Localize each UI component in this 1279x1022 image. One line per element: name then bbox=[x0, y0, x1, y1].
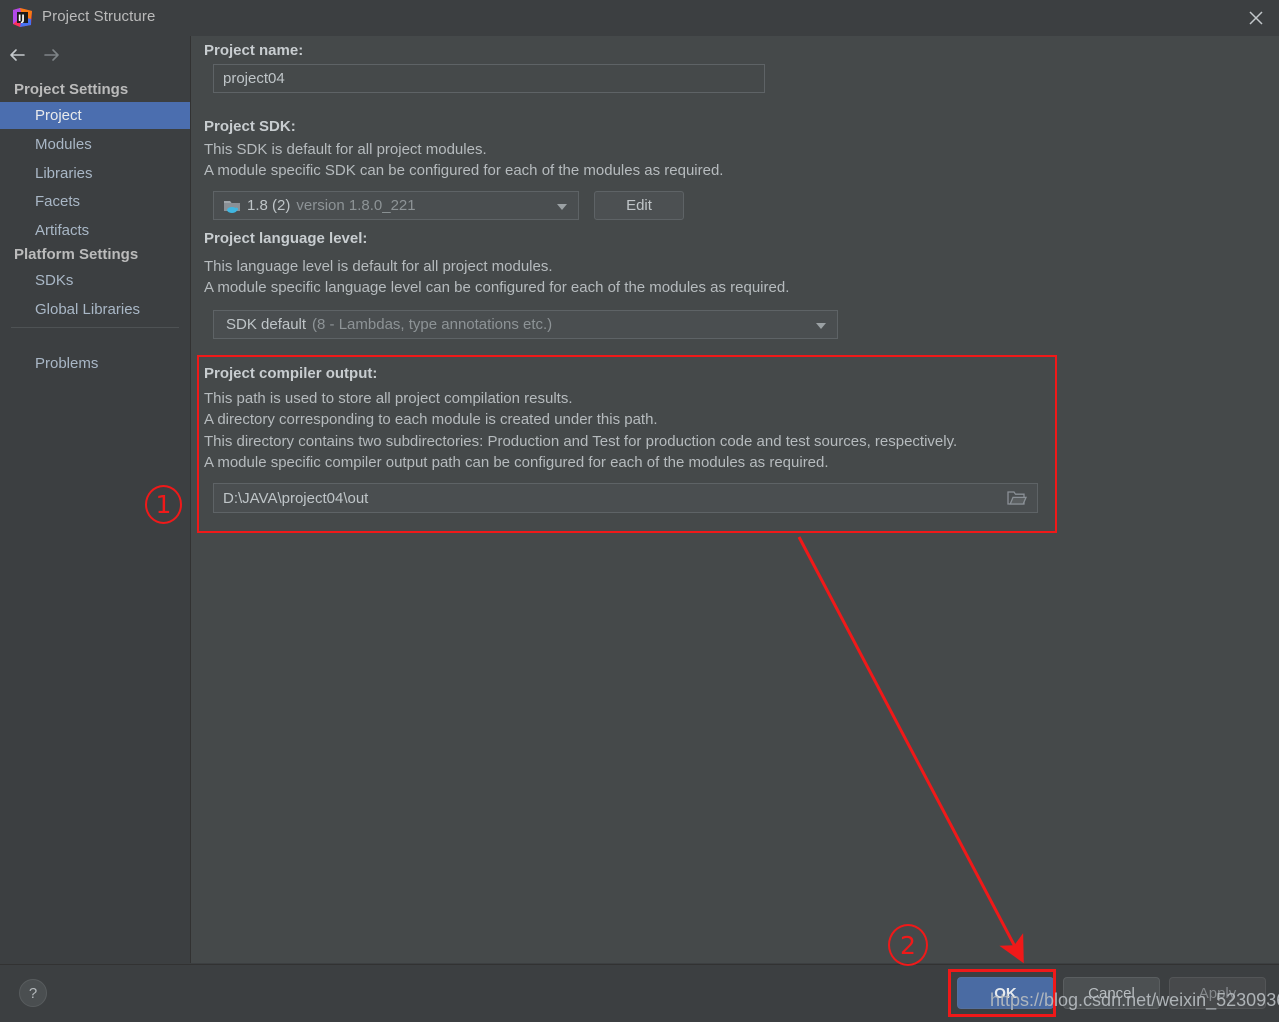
compiler-output-path-input[interactable]: D:\JAVA\project04\out bbox=[213, 483, 1038, 513]
cancel-button-label: Cancel bbox=[1088, 985, 1135, 1002]
sidebar-group-platform-settings: Platform Settings bbox=[14, 246, 138, 263]
java-sdk-folder-icon bbox=[223, 198, 241, 214]
apply-button[interactable]: Apply bbox=[1169, 977, 1266, 1009]
sidebar-item-label: Problems bbox=[35, 355, 98, 372]
help-icon: ? bbox=[29, 985, 37, 1002]
project-sdk-value: 1.8 (2) bbox=[247, 197, 290, 214]
sidebar-item-label: Project bbox=[35, 107, 82, 124]
apply-button-label: Apply bbox=[1199, 985, 1237, 1002]
title-bar: IJ Project Structure bbox=[0, 0, 1279, 36]
sidebar-item-label: Facets bbox=[35, 193, 80, 210]
compiler-output-desc-line2: A directory corresponding to each module… bbox=[204, 411, 658, 428]
ok-button-label: OK bbox=[994, 985, 1017, 1002]
sidebar-item-modules[interactable]: Modules bbox=[0, 131, 190, 158]
sidebar-item-project[interactable]: Project bbox=[0, 102, 190, 129]
sidebar-item-label: Libraries bbox=[35, 165, 93, 182]
ok-button[interactable]: OK bbox=[957, 977, 1054, 1009]
project-settings-panel: Project name: project04 Project SDK: Thi… bbox=[191, 36, 1279, 963]
sidebar-item-label: Modules bbox=[35, 136, 92, 153]
language-level-value: SDK default bbox=[226, 316, 306, 333]
project-structure-dialog: IJ Project Structure Project Settings bbox=[0, 0, 1279, 1021]
compiler-output-path-value: D:\JAVA\project04\out bbox=[223, 490, 368, 507]
language-level-label: Project language level: bbox=[204, 230, 367, 247]
intellij-idea-icon: IJ bbox=[12, 7, 33, 28]
settings-sidebar: Project Settings Project Modules Librari… bbox=[0, 36, 191, 963]
project-sdk-desc-line2: A module specific SDK can be configured … bbox=[204, 162, 723, 179]
compiler-output-label: Project compiler output: bbox=[204, 365, 377, 382]
sidebar-group-project-settings: Project Settings bbox=[14, 81, 128, 98]
sidebar-item-label: Global Libraries bbox=[35, 301, 140, 318]
sidebar-divider bbox=[11, 327, 179, 328]
language-level-detail: (8 - Lambdas, type annotations etc.) bbox=[312, 316, 552, 333]
language-level-desc-line1: This language level is default for all p… bbox=[204, 258, 553, 275]
compiler-output-desc-line3: This directory contains two subdirectori… bbox=[204, 433, 957, 450]
help-button[interactable]: ? bbox=[19, 979, 47, 1007]
compiler-output-desc-line4: A module specific compiler output path c… bbox=[204, 454, 829, 471]
project-sdk-desc-line1: This SDK is default for all project modu… bbox=[204, 141, 487, 158]
chevron-down-icon bbox=[557, 204, 567, 210]
sidebar-item-global-libraries[interactable]: Global Libraries bbox=[0, 296, 190, 323]
sidebar-item-label: SDKs bbox=[35, 272, 73, 289]
language-level-desc-line2: A module specific language level can be … bbox=[204, 279, 789, 296]
project-name-value: project04 bbox=[223, 70, 285, 87]
project-name-input[interactable]: project04 bbox=[213, 64, 765, 93]
sidebar-item-problems[interactable]: Problems bbox=[0, 350, 190, 377]
chevron-down-icon bbox=[816, 323, 826, 329]
project-name-label: Project name: bbox=[204, 42, 303, 59]
close-icon[interactable] bbox=[1233, 0, 1279, 34]
sidebar-item-facets[interactable]: Facets bbox=[0, 188, 190, 215]
language-level-dropdown[interactable]: SDK default (8 - Lambdas, type annotatio… bbox=[213, 310, 838, 339]
sidebar-item-artifacts[interactable]: Artifacts bbox=[0, 217, 190, 244]
sidebar-item-sdks[interactable]: SDKs bbox=[0, 267, 190, 294]
window-title: Project Structure bbox=[42, 8, 155, 25]
compiler-output-desc-line1: This path is used to store all project c… bbox=[204, 390, 573, 407]
arrow-left-icon[interactable] bbox=[6, 44, 34, 68]
navigation-arrows bbox=[0, 42, 190, 72]
cancel-button[interactable]: Cancel bbox=[1063, 977, 1160, 1009]
project-sdk-version: version 1.8.0_221 bbox=[296, 197, 415, 214]
project-sdk-label: Project SDK: bbox=[204, 118, 296, 135]
folder-browse-icon[interactable] bbox=[1007, 490, 1027, 506]
edit-sdk-button[interactable]: Edit bbox=[594, 191, 684, 220]
project-sdk-dropdown[interactable]: 1.8 (2) version 1.8.0_221 bbox=[213, 191, 579, 220]
arrow-right-icon[interactable] bbox=[40, 44, 68, 68]
edit-sdk-button-label: Edit bbox=[626, 197, 652, 214]
sidebar-item-label: Artifacts bbox=[35, 222, 89, 239]
sidebar-item-libraries[interactable]: Libraries bbox=[0, 160, 190, 187]
svg-text:IJ: IJ bbox=[18, 14, 25, 24]
